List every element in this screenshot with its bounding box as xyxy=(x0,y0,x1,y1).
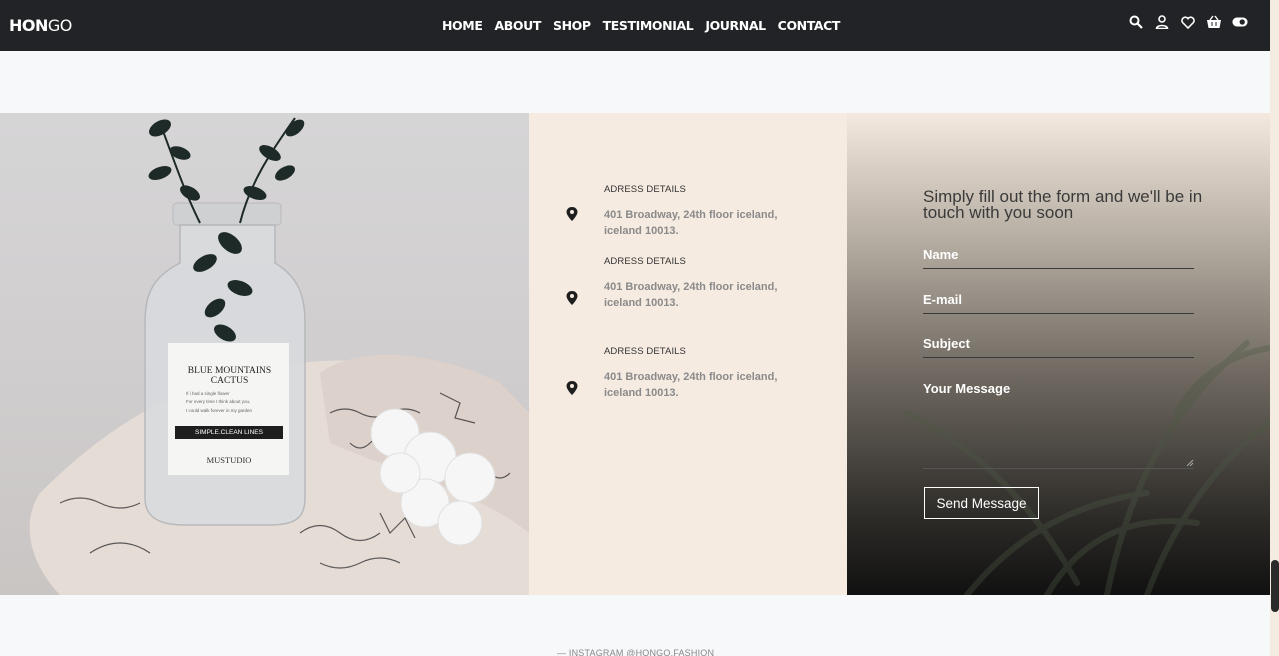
search-icon[interactable] xyxy=(1128,14,1144,30)
label-band: SIMPLE.CLEAN LINES xyxy=(195,429,263,436)
form-heading: Simply fill out the form and we'll be in… xyxy=(923,187,1203,222)
subject-field[interactable]: Subject xyxy=(923,336,1194,358)
address-text: 401 Broadway, 24th floor iceland, icelan… xyxy=(604,281,778,309)
send-message-button[interactable]: Send Message xyxy=(924,487,1039,519)
address-block: ADRESS DETAILS 401 Broadway, 24th floor … xyxy=(604,346,794,401)
message-placeholder: Your Message xyxy=(923,381,1011,396)
address-block: ADRESS DETAILS 401 Broadway, 24th floor … xyxy=(604,256,794,311)
name-placeholder: Name xyxy=(923,247,959,262)
nav-about[interactable]: ABOUT xyxy=(494,18,541,33)
brand-logo[interactable]: HONGO xyxy=(9,16,72,35)
name-field[interactable]: Name xyxy=(923,247,1194,269)
subject-placeholder: Subject xyxy=(923,336,970,351)
label-line-3: I could walk forever in my garden xyxy=(186,408,253,413)
resize-handle-icon[interactable] xyxy=(1186,459,1194,467)
scrollbar-thumb[interactable] xyxy=(1271,560,1279,612)
heart-icon[interactable] xyxy=(1180,14,1196,30)
brand-bold: HON xyxy=(9,16,48,35)
label-title: BLUE MOUNTAINS CACTUS xyxy=(187,366,272,386)
address-title: ADRESS DETAILS xyxy=(604,256,686,267)
basket-icon[interactable] xyxy=(1206,14,1222,30)
top-navbar: HONGO HOME ABOUT SHOP TESTIMONIAL JOURNA… xyxy=(0,0,1270,51)
address-text: 401 Broadway, 24th floor iceland, icelan… xyxy=(604,209,778,237)
nav-shop[interactable]: SHOP xyxy=(553,18,591,33)
location-pin-icon xyxy=(566,291,578,305)
toggle-icon[interactable] xyxy=(1232,14,1248,30)
address-title: ADRESS DETAILS xyxy=(604,184,686,195)
nav-testimonial[interactable]: TESTIMONIAL xyxy=(603,18,694,33)
nav-home[interactable]: HOME xyxy=(442,18,483,33)
email-field[interactable]: E-mail xyxy=(923,292,1194,314)
main-menu: HOME ABOUT SHOP TESTIMONIAL JOURNAL CONT… xyxy=(442,18,840,33)
address-block: ADRESS DETAILS 401 Broadway, 24th floor … xyxy=(604,184,794,239)
label-line-1: If i had a single flower xyxy=(186,391,230,396)
page-edge-strip xyxy=(1270,0,1279,656)
location-pin-icon xyxy=(566,381,578,395)
instagram-caption[interactable]: — INSTAGRAM @HONGO.FASHION xyxy=(557,648,714,656)
nav-contact[interactable]: CONTACT xyxy=(778,18,841,33)
user-icon[interactable] xyxy=(1154,14,1170,30)
location-pin-icon xyxy=(566,207,578,221)
address-title: ADRESS DETAILS xyxy=(604,346,686,357)
brand-light: GO xyxy=(47,16,73,35)
email-placeholder: E-mail xyxy=(923,292,963,307)
nav-journal[interactable]: JOURNAL xyxy=(705,18,766,33)
message-textarea[interactable]: Your Message xyxy=(923,381,1194,469)
label-line-2: For every time I think about you, xyxy=(186,399,251,404)
label-brand: MUSTUDIO xyxy=(206,455,252,465)
address-text: 401 Broadway, 24th floor iceland, icelan… xyxy=(604,371,778,399)
product-photo: BLUE MOUNTAINS CACTUS If i had a single … xyxy=(0,113,529,595)
header-icons xyxy=(1128,14,1248,30)
